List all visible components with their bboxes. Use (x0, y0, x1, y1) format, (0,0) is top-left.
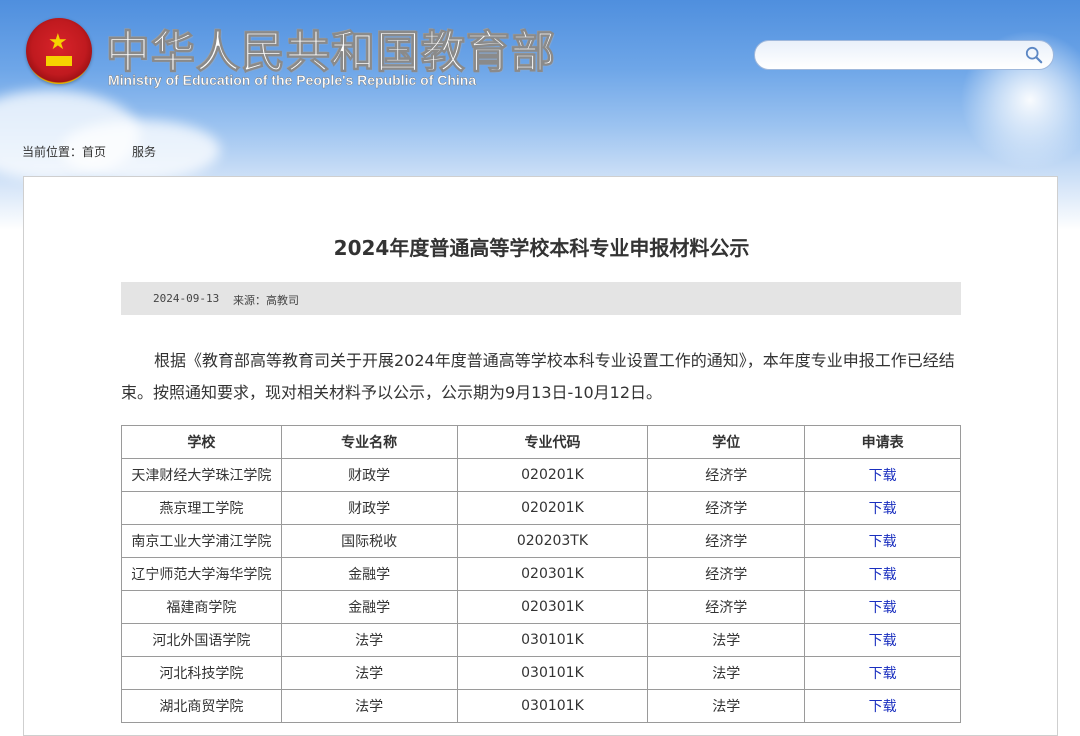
cell-major-name: 国际税收 (280, 524, 458, 558)
cell-school: 福建商学院 (121, 590, 282, 624)
breadcrumb-label: 当前位置： (22, 145, 83, 159)
download-link[interactable]: 下载 (804, 656, 961, 690)
article-source: 来源：高教司 (233, 294, 299, 307)
download-link[interactable]: 下载 (804, 689, 961, 723)
cell-major-name: 金融学 (280, 590, 458, 624)
cell-degree: 法学 (647, 656, 806, 690)
download-link[interactable]: 下载 (804, 524, 961, 558)
cell-school: 辽宁师范大学海华学院 (121, 557, 282, 591)
breadcrumb: 当前位置：首页 服务 (22, 143, 156, 160)
national-emblem-icon: ★ (26, 18, 92, 84)
cell-major-code: 020201K (456, 491, 649, 525)
article-date: 2024-09-13 (153, 292, 220, 305)
cell-major-name: 财政学 (280, 458, 458, 492)
breadcrumb-home-link[interactable]: 首页 (82, 145, 106, 159)
cell-degree: 经济学 (647, 458, 806, 492)
site-subtitle: Ministry of Education of the People's Re… (108, 72, 477, 88)
table-header-row: 学校 专业名称 专业代码 学位 申请表 (121, 425, 961, 459)
header-school: 学校 (121, 425, 282, 459)
header-major-name: 专业名称 (280, 425, 458, 459)
cell-major-code: 020203TK (456, 524, 649, 558)
cell-degree: 经济学 (647, 590, 806, 624)
cell-major-code: 020301K (456, 590, 649, 624)
header-application-form: 申请表 (804, 425, 961, 459)
search-input[interactable] (767, 46, 1021, 66)
cell-major-code: 020201K (456, 458, 649, 492)
table-row: 河北科技学院 法学 030101K 法学 下载 (121, 656, 961, 690)
cell-degree: 法学 (647, 689, 806, 723)
table-row: 湖北商贸学院 法学 030101K 法学 下载 (121, 689, 961, 723)
cell-major-name: 法学 (280, 623, 458, 657)
header-major-code: 专业代码 (456, 425, 649, 459)
article-title: 2024年度普通高等学校本科专业申报材料公示 (333, 236, 750, 260)
cell-major-code: 020301K (456, 557, 649, 591)
site-title: 中华人民共和国教育部 (106, 27, 556, 79)
download-link[interactable]: 下载 (804, 590, 961, 624)
cell-major-name: 法学 (280, 656, 458, 690)
breadcrumb-service-link[interactable]: 服务 (132, 145, 156, 159)
search-box[interactable] (754, 40, 1054, 70)
download-link[interactable]: 下载 (804, 557, 961, 591)
table-row: 燕京理工学院 财政学 020201K 经济学 下载 (121, 491, 961, 525)
cell-school: 燕京理工学院 (121, 491, 282, 525)
article-meta-bar: 2024-09-13 来源：高教司 (121, 282, 961, 315)
cell-degree: 经济学 (647, 557, 806, 591)
table-row: 福建商学院 金融学 020301K 经济学 下载 (121, 590, 961, 624)
table-row: 河北外国语学院 法学 030101K 法学 下载 (121, 623, 961, 657)
cell-major-name: 法学 (280, 689, 458, 723)
cell-major-code: 030101K (456, 689, 649, 723)
cell-school: 河北科技学院 (121, 656, 282, 690)
download-link[interactable]: 下载 (804, 623, 961, 657)
table-row: 辽宁师范大学海华学院 金融学 020301K 经济学 下载 (121, 557, 961, 591)
cell-degree: 法学 (647, 623, 806, 657)
majors-table: 学校 专业名称 专业代码 学位 申请表 天津财经大学珠江学院 财政学 02020… (121, 425, 961, 723)
cell-school: 湖北商贸学院 (121, 689, 282, 723)
cell-major-code: 030101K (456, 623, 649, 657)
cell-school: 南京工业大学浦江学院 (121, 524, 282, 558)
cell-major-name: 金融学 (280, 557, 458, 591)
table-row: 南京工业大学浦江学院 国际税收 020203TK 经济学 下载 (121, 524, 961, 558)
cell-school: 天津财经大学珠江学院 (121, 458, 282, 492)
cell-school: 河北外国语学院 (121, 623, 282, 657)
download-link[interactable]: 下载 (804, 458, 961, 492)
download-link[interactable]: 下载 (804, 491, 961, 525)
article-body: 根据《教育部高等教育司关于开展2024年度普通高等学校本科专业设置工作的通知》，… (121, 351, 955, 402)
header-degree: 学位 (647, 425, 806, 459)
table-row: 天津财经大学珠江学院 财政学 020201K 经济学 下载 (121, 458, 961, 492)
cell-major-name: 财政学 (280, 491, 458, 525)
search-icon[interactable] (1025, 46, 1043, 64)
cell-major-code: 030101K (456, 656, 649, 690)
content-panel: 2024年度普通高等学校本科专业申报材料公示 2024-09-13 来源：高教司… (23, 176, 1058, 736)
cell-degree: 经济学 (647, 491, 806, 525)
cell-degree: 经济学 (647, 524, 806, 558)
